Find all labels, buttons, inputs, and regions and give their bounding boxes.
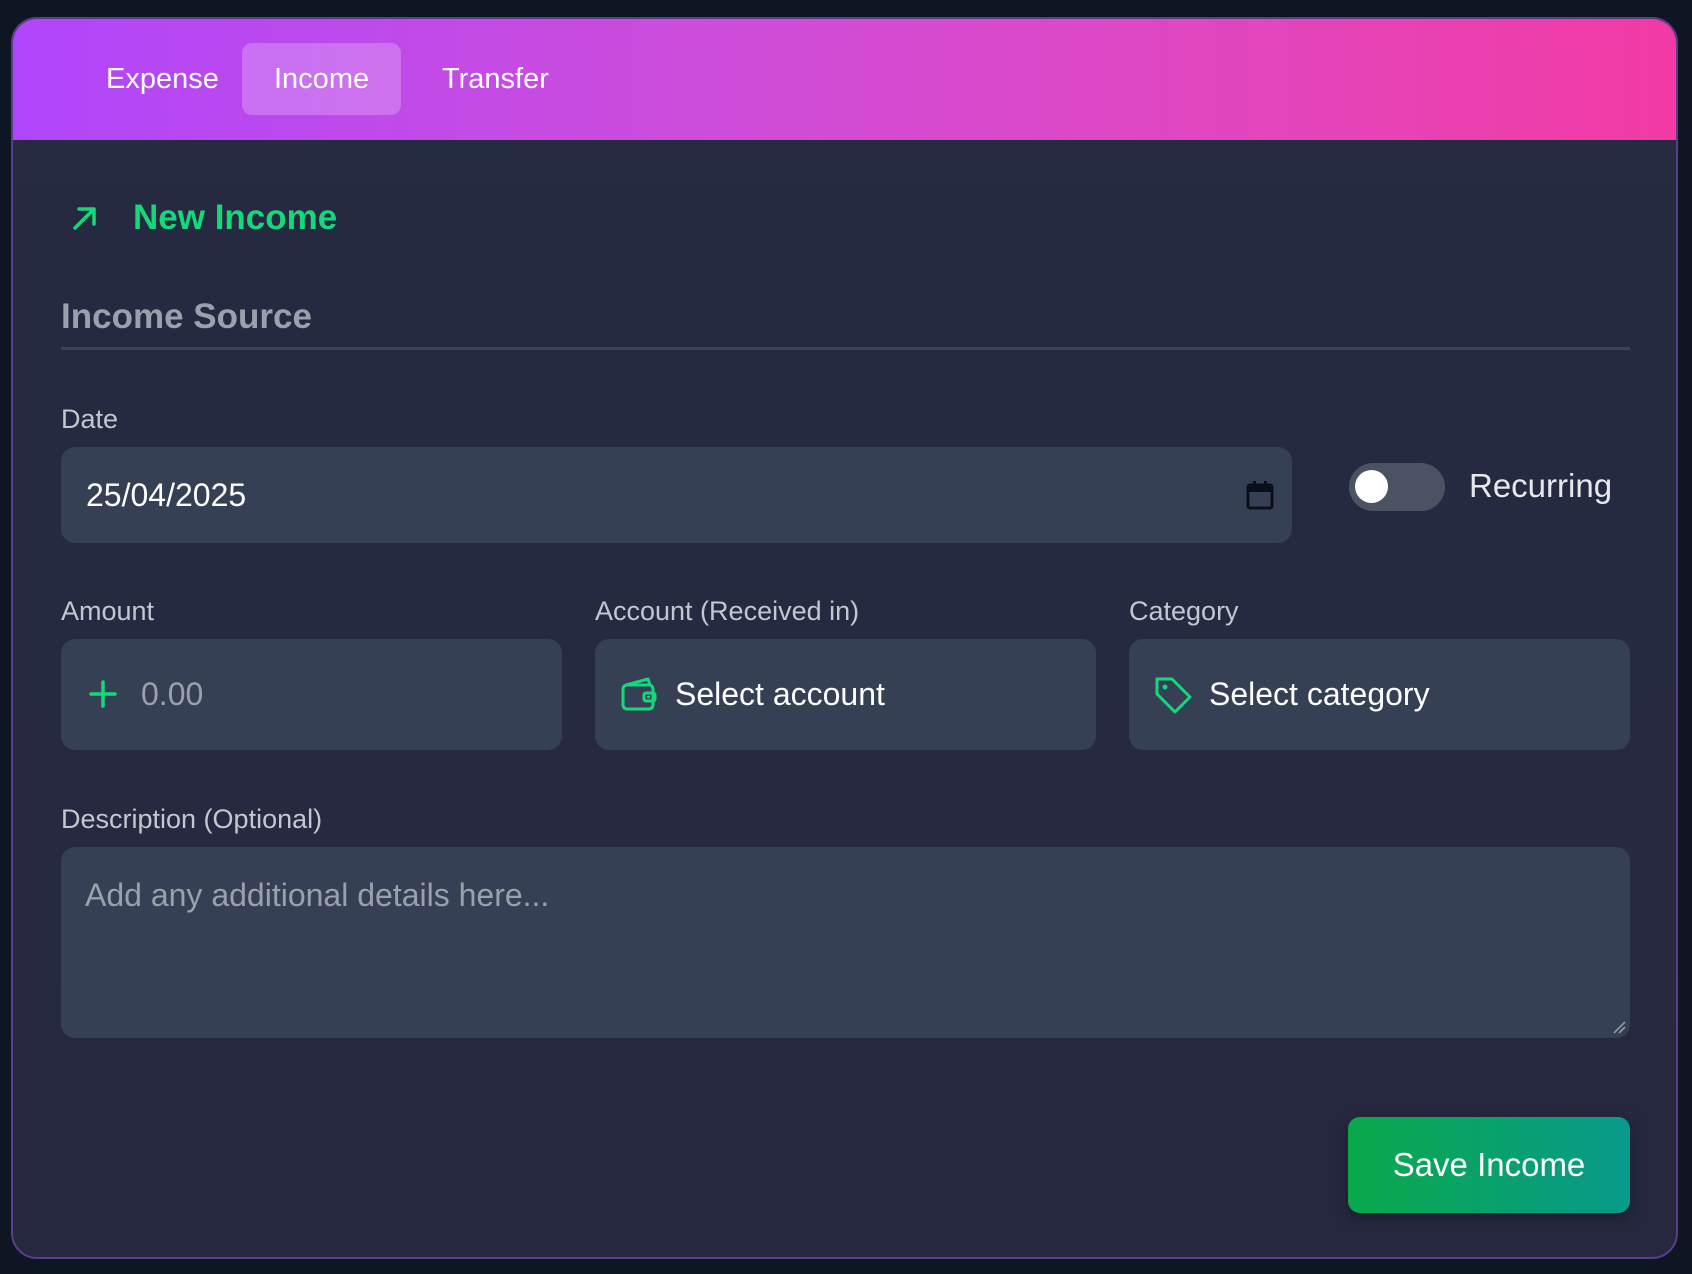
recurring-toggle[interactable] xyxy=(1349,463,1445,511)
tab-transfer[interactable]: Transfer xyxy=(410,43,581,115)
account-value: Select account xyxy=(675,676,885,712)
tag-icon xyxy=(1155,677,1192,714)
tab-expense[interactable]: Expense xyxy=(74,43,251,115)
description-label: Description (Optional) xyxy=(61,804,323,834)
account-label: Account (Received in) xyxy=(595,596,860,626)
arrow-up-right-icon xyxy=(73,207,96,230)
category-select[interactable]: Select category xyxy=(1129,639,1630,750)
amount-label: Amount xyxy=(61,596,155,626)
recurring-label: Recurring xyxy=(1469,467,1613,504)
toggle-knob xyxy=(1355,470,1388,503)
date-value: 25/04/2025 xyxy=(86,477,247,513)
amount-placeholder: 0.00 xyxy=(141,676,204,712)
date-label: Date xyxy=(61,404,119,434)
account-select[interactable]: Select account xyxy=(595,639,1096,750)
calendar-icon[interactable] xyxy=(1246,480,1274,510)
date-field[interactable]: 25/04/2025 xyxy=(61,447,1292,543)
category-label: Category xyxy=(1129,596,1239,626)
amount-field[interactable]: 0.00 xyxy=(61,639,562,750)
income-form-card: Expense Income Transfer New Income Incom… xyxy=(11,17,1678,1259)
plus-icon xyxy=(89,680,117,708)
resize-handle-icon[interactable] xyxy=(1612,1020,1626,1034)
section-divider xyxy=(61,347,1630,350)
tab-income[interactable]: Income xyxy=(242,43,402,115)
section-title: Income Source xyxy=(61,297,312,336)
page-title: New Income xyxy=(133,198,338,237)
wallet-icon xyxy=(621,677,657,711)
save-income-button[interactable]: Save Income xyxy=(1348,1117,1630,1213)
category-value: Select category xyxy=(1209,676,1430,712)
form-heading: New Income xyxy=(67,193,337,243)
description-textarea[interactable]: Add any additional details here... xyxy=(61,847,1630,1038)
description-placeholder: Add any additional details here... xyxy=(85,877,550,913)
transaction-type-tabs: Expense Income Transfer xyxy=(13,19,1676,140)
